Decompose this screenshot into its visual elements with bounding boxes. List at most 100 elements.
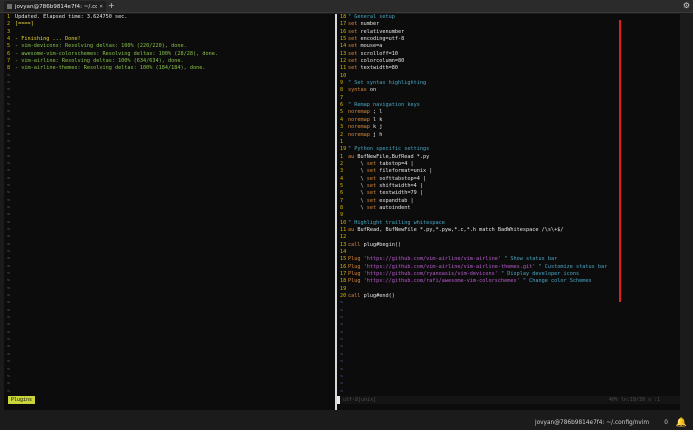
editor-line[interactable]: 18 " General setup bbox=[340, 14, 680, 21]
terminal-tab[interactable]: jovyan@786b9814e7f4: ~/.co × bbox=[4, 1, 106, 12]
empty-buffer-line: ~ bbox=[7, 72, 11, 79]
empty-buffer-line: ~ bbox=[340, 300, 344, 307]
editor-line[interactable]: 17 set number bbox=[340, 21, 680, 28]
editor-line[interactable]: 8 \ set autoindent bbox=[340, 205, 680, 212]
editor-line[interactable]: 7 - vim-airline: Resolving deltas: 100% (… bbox=[7, 58, 335, 65]
editor-line[interactable]: 17 Plug 'https://github.com/ryanoasis/vim… bbox=[340, 271, 680, 278]
editor-line[interactable]: 2 \ set tabstop=4 | bbox=[340, 161, 680, 168]
editor-line[interactable]: 19 " Python specific settings bbox=[340, 146, 680, 153]
line-number: 3 bbox=[340, 168, 344, 175]
line-text: " Set syntax highlighting bbox=[348, 80, 427, 87]
editor-line[interactable]: 1 au BufNewFile,BufRead *.py bbox=[340, 154, 680, 161]
editor-line[interactable]: 4 - Finishing ... Done! bbox=[7, 36, 335, 43]
line-number: 9 bbox=[340, 212, 344, 219]
editor-line[interactable]: 3 \ set fileformat=unix | bbox=[340, 168, 680, 175]
line-number: 14 bbox=[340, 43, 347, 50]
line-number: 18 bbox=[340, 14, 347, 20]
editor-line[interactable]: 5 - vim-devicons: Resolving deltas: 100% … bbox=[7, 43, 335, 50]
editor-line[interactable]: 20 call plug#end() bbox=[340, 293, 680, 300]
line-number: 12 bbox=[340, 234, 347, 241]
empty-buffer-line: ~ bbox=[340, 373, 344, 380]
editor-line[interactable]: 11 au BufRead, BufNewFile *.py,*.pyw,*.c,… bbox=[340, 227, 680, 234]
editor-line[interactable]: 1 bbox=[340, 139, 680, 146]
editor-line[interactable]: 1 Updated. Elapsed time: 3.624750 sec. bbox=[7, 14, 335, 21]
empty-buffer-line: ~ bbox=[7, 153, 11, 160]
cursor-block bbox=[337, 396, 340, 404]
line-number: 5 bbox=[340, 182, 344, 189]
bell-icon[interactable]: 🔔 bbox=[676, 418, 687, 428]
empty-buffer-line: ~ bbox=[7, 307, 11, 314]
line-text: [====] bbox=[15, 21, 34, 28]
editor-line[interactable]: 4 \ set softtabstop=4 | bbox=[340, 176, 680, 183]
line-number: 6 bbox=[340, 190, 344, 197]
editor-line[interactable]: 14 bbox=[340, 249, 680, 256]
editor-line[interactable]: 2 noremap j h bbox=[340, 132, 680, 139]
vim-statusbar: Plugins utf-8[unix] 40% ln:19/39 ≡ :1 bbox=[4, 396, 680, 404]
editor-line[interactable]: 15 set encoding=utf-8 bbox=[340, 36, 680, 43]
editor-line[interactable]: 6 - awesome-vim-colorschemes: Resolving d… bbox=[7, 51, 335, 58]
editor-line[interactable]: 10 bbox=[340, 73, 680, 80]
empty-buffer-line: ~ bbox=[340, 344, 344, 351]
editor-line[interactable]: 11 set textwidth=80 bbox=[340, 65, 680, 72]
editor-line[interactable]: 8 syntax on bbox=[340, 87, 680, 94]
line-number: 16 bbox=[340, 28, 347, 35]
editor-line[interactable]: 12 bbox=[340, 234, 680, 241]
editor-line[interactable]: 8 - vim-airline-themes: Resolving deltas:… bbox=[7, 65, 335, 72]
empty-buffer-line: ~ bbox=[7, 182, 11, 189]
empty-buffer-line: ~ bbox=[7, 359, 11, 366]
empty-buffer-line: ~ bbox=[7, 160, 11, 167]
editor-line[interactable]: 4 noremap l k bbox=[340, 117, 680, 124]
editor-line[interactable]: 7 bbox=[340, 95, 680, 102]
editor-line[interactable]: 5 \ set shiftwidth=4 | bbox=[340, 183, 680, 190]
line-text: set colorcolumn=80 bbox=[348, 58, 405, 65]
line-number: 11 bbox=[340, 226, 347, 233]
editor-line[interactable]: 18 Plug 'https://github.com/rafi/awesome-… bbox=[340, 278, 680, 285]
empty-buffer-line: ~ bbox=[7, 337, 11, 344]
line-number: 4 bbox=[340, 116, 344, 123]
empty-buffer-line: ~ bbox=[340, 351, 344, 358]
line-number: 3 bbox=[340, 124, 344, 131]
editor-line[interactable]: 5 noremap ; l bbox=[340, 109, 680, 116]
editor-line[interactable]: 14 set mouse=a bbox=[340, 43, 680, 50]
editor-line[interactable]: 3 bbox=[7, 29, 335, 36]
line-number: 6 bbox=[7, 50, 11, 57]
editor-line[interactable]: 16 Plug 'https://github.com/vim-airline/v… bbox=[340, 264, 680, 271]
editor-line[interactable]: 3 noremap k j bbox=[340, 124, 680, 131]
tab-title: jovyan@786b9814e7f4: ~/.co bbox=[14, 3, 98, 10]
empty-buffer-line: ~ bbox=[7, 131, 11, 138]
line-text: noremap ; l bbox=[348, 109, 383, 116]
editor-line[interactable]: 10 " Highlight trailing whitespace bbox=[340, 220, 680, 227]
empty-buffer-line: ~ bbox=[7, 197, 11, 204]
editor-line[interactable]: 13 set scrolloff=10 bbox=[340, 51, 680, 58]
editor-line[interactable]: 15 Plug 'https://github.com/vim-airline/v… bbox=[340, 256, 680, 263]
editor-line[interactable]: 16 set relativenumber bbox=[340, 29, 680, 36]
line-number: 10 bbox=[340, 219, 347, 226]
editor-line[interactable]: 6 \ set textwidth=79 | bbox=[340, 190, 680, 197]
line-number: 2 bbox=[7, 21, 11, 28]
editor-line[interactable]: 9 " Set syntax highlighting bbox=[340, 80, 680, 87]
empty-buffer-line: ~ bbox=[7, 234, 11, 241]
line-text: Plug 'https://github.com/vim-airline/vim… bbox=[348, 263, 608, 270]
editor-line[interactable]: 9 bbox=[340, 212, 680, 219]
line-number: 3 bbox=[7, 28, 11, 35]
editor-line[interactable]: 12 set colorcolumn=80 bbox=[340, 58, 680, 65]
empty-buffer-line: ~ bbox=[7, 293, 11, 300]
editor-line[interactable]: 6 " Remap navigation keys bbox=[340, 102, 680, 109]
terminal-area[interactable]: 1 Updated. Elapsed time: 3.624750 sec. 2 [=… bbox=[4, 14, 680, 410]
line-number: 8 bbox=[340, 204, 344, 211]
plugin-update-pane[interactable]: 1 Updated. Elapsed time: 3.624750 sec. 2 [=… bbox=[4, 14, 335, 396]
editor-line[interactable]: 13 call plug#begin() bbox=[340, 242, 680, 249]
line-number: 13 bbox=[340, 241, 347, 248]
empty-buffer-line: ~ bbox=[7, 381, 11, 388]
empty-buffer-line: ~ bbox=[7, 190, 11, 197]
editor-line[interactable]: 19 bbox=[340, 286, 680, 293]
line-number: 16 bbox=[340, 263, 347, 270]
line-number: 1 bbox=[7, 14, 11, 20]
editor-line[interactable]: 2 [====] bbox=[7, 21, 335, 28]
new-tab-button[interactable]: + bbox=[108, 1, 115, 10]
empty-buffer-line: ~ bbox=[7, 80, 11, 87]
close-icon[interactable]: × bbox=[99, 3, 106, 10]
editor-line[interactable]: 7 \ set expandtab | bbox=[340, 198, 680, 205]
init-vim-editor-pane[interactable]: 18 " General setup 17 set number 16 set relat… bbox=[337, 14, 680, 396]
gear-icon[interactable]: ⚙ bbox=[683, 1, 690, 10]
